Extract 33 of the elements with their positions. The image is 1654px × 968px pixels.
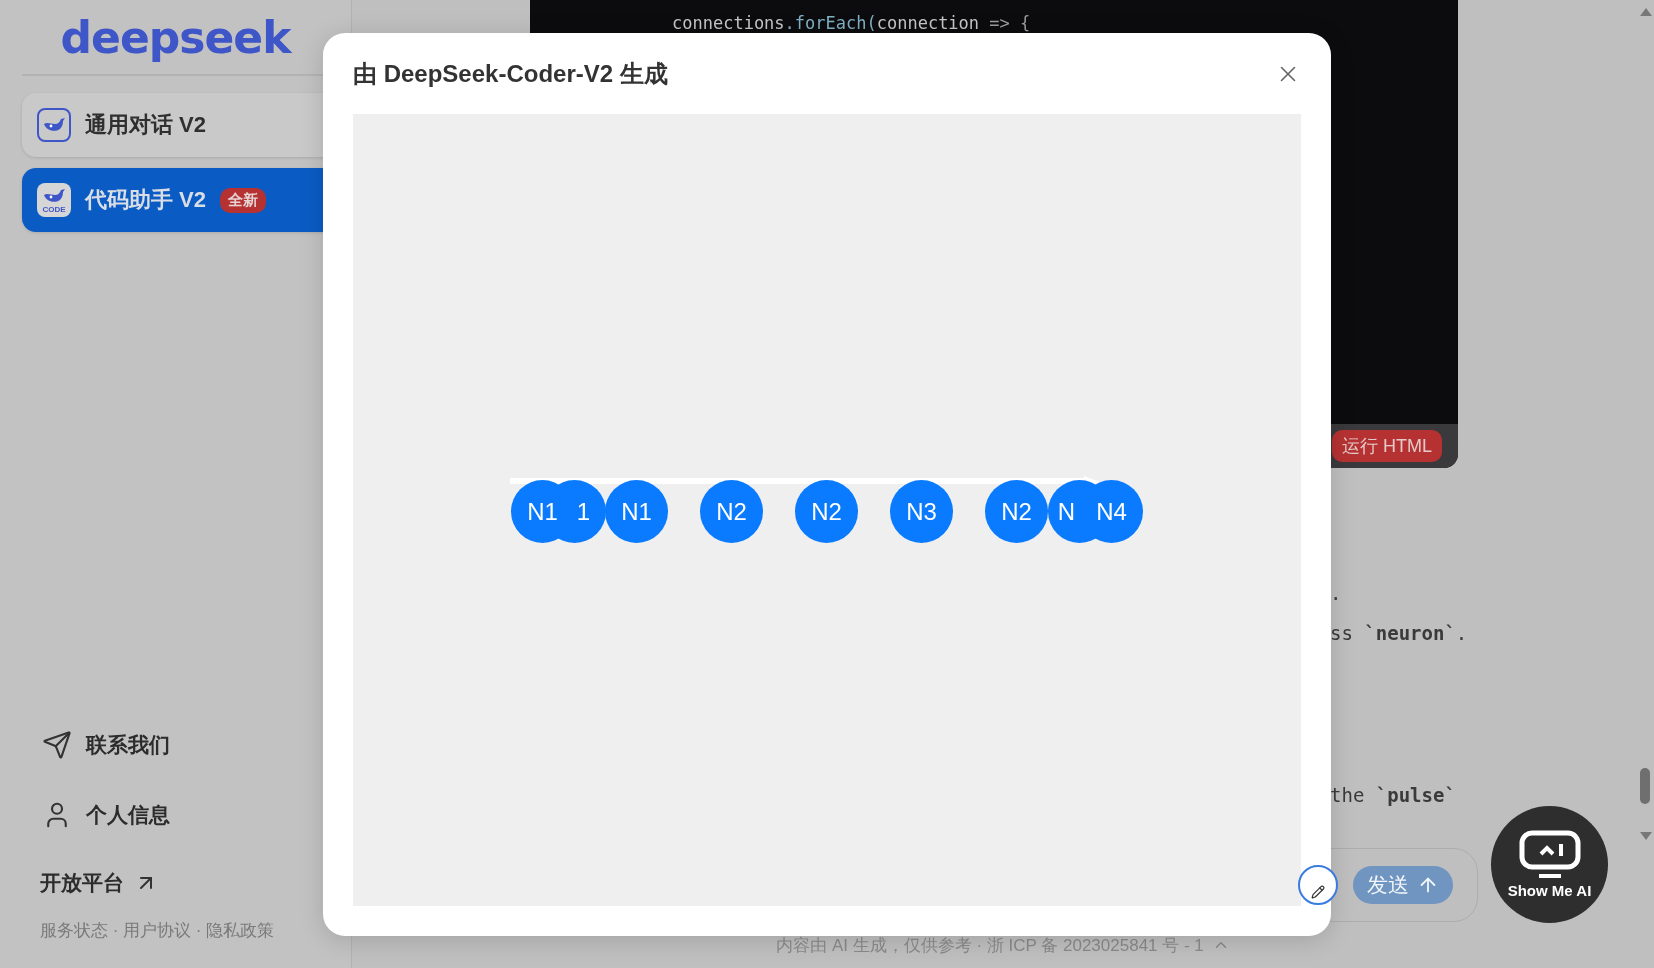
badge-label: Show Me AI: [1507, 882, 1592, 899]
send-icon: [42, 730, 72, 760]
footer-links: 服务状态 · 用户协议 · 隐私政策: [39, 920, 276, 942]
link-label: 联系我们: [86, 732, 170, 758]
scroll-down-icon[interactable]: [1640, 832, 1652, 840]
message-text: the `pulse`: [1330, 784, 1457, 806]
model-label: 代码助手 V2: [85, 186, 207, 214]
run-html-button[interactable]: 运行 HTML: [1332, 430, 1442, 462]
message-text: .: [1330, 582, 1343, 604]
pencil-icon: [1311, 885, 1325, 899]
sidebar-link[interactable]: 联系我们: [22, 725, 351, 765]
model-label: 通用对话 V2: [85, 111, 207, 139]
network-node: N2: [985, 480, 1048, 543]
network-node: N2: [795, 480, 858, 543]
message-text: ss `neuron`.: [1330, 622, 1469, 644]
icon-text: CODE: [42, 204, 66, 214]
code-line: connections.forEach(connection => {: [672, 13, 1032, 33]
platform-link[interactable]: 开放平台: [22, 869, 351, 897]
scroll-up-icon[interactable]: [1640, 8, 1652, 16]
logo: deepseek: [60, 11, 291, 63]
sidebar-link[interactable]: 个人信息: [22, 795, 351, 835]
network-node: N1: [605, 480, 668, 543]
scrollbar-thumb[interactable]: [1640, 768, 1650, 804]
link-label: 个人信息: [86, 802, 170, 828]
whale-icon: [42, 186, 66, 205]
assistant-badge[interactable]: Show Me AI: [1491, 806, 1608, 923]
new-badge: 全新: [220, 187, 267, 213]
monitor-icon: [1518, 830, 1581, 880]
whale-icon: [42, 116, 66, 134]
edit-button[interactable]: [1298, 865, 1338, 905]
dialog-title: 由 DeepSeek-Coder-V2 生成: [353, 58, 668, 89]
network-node: N3: [890, 480, 953, 543]
network-node: N2: [700, 480, 763, 543]
